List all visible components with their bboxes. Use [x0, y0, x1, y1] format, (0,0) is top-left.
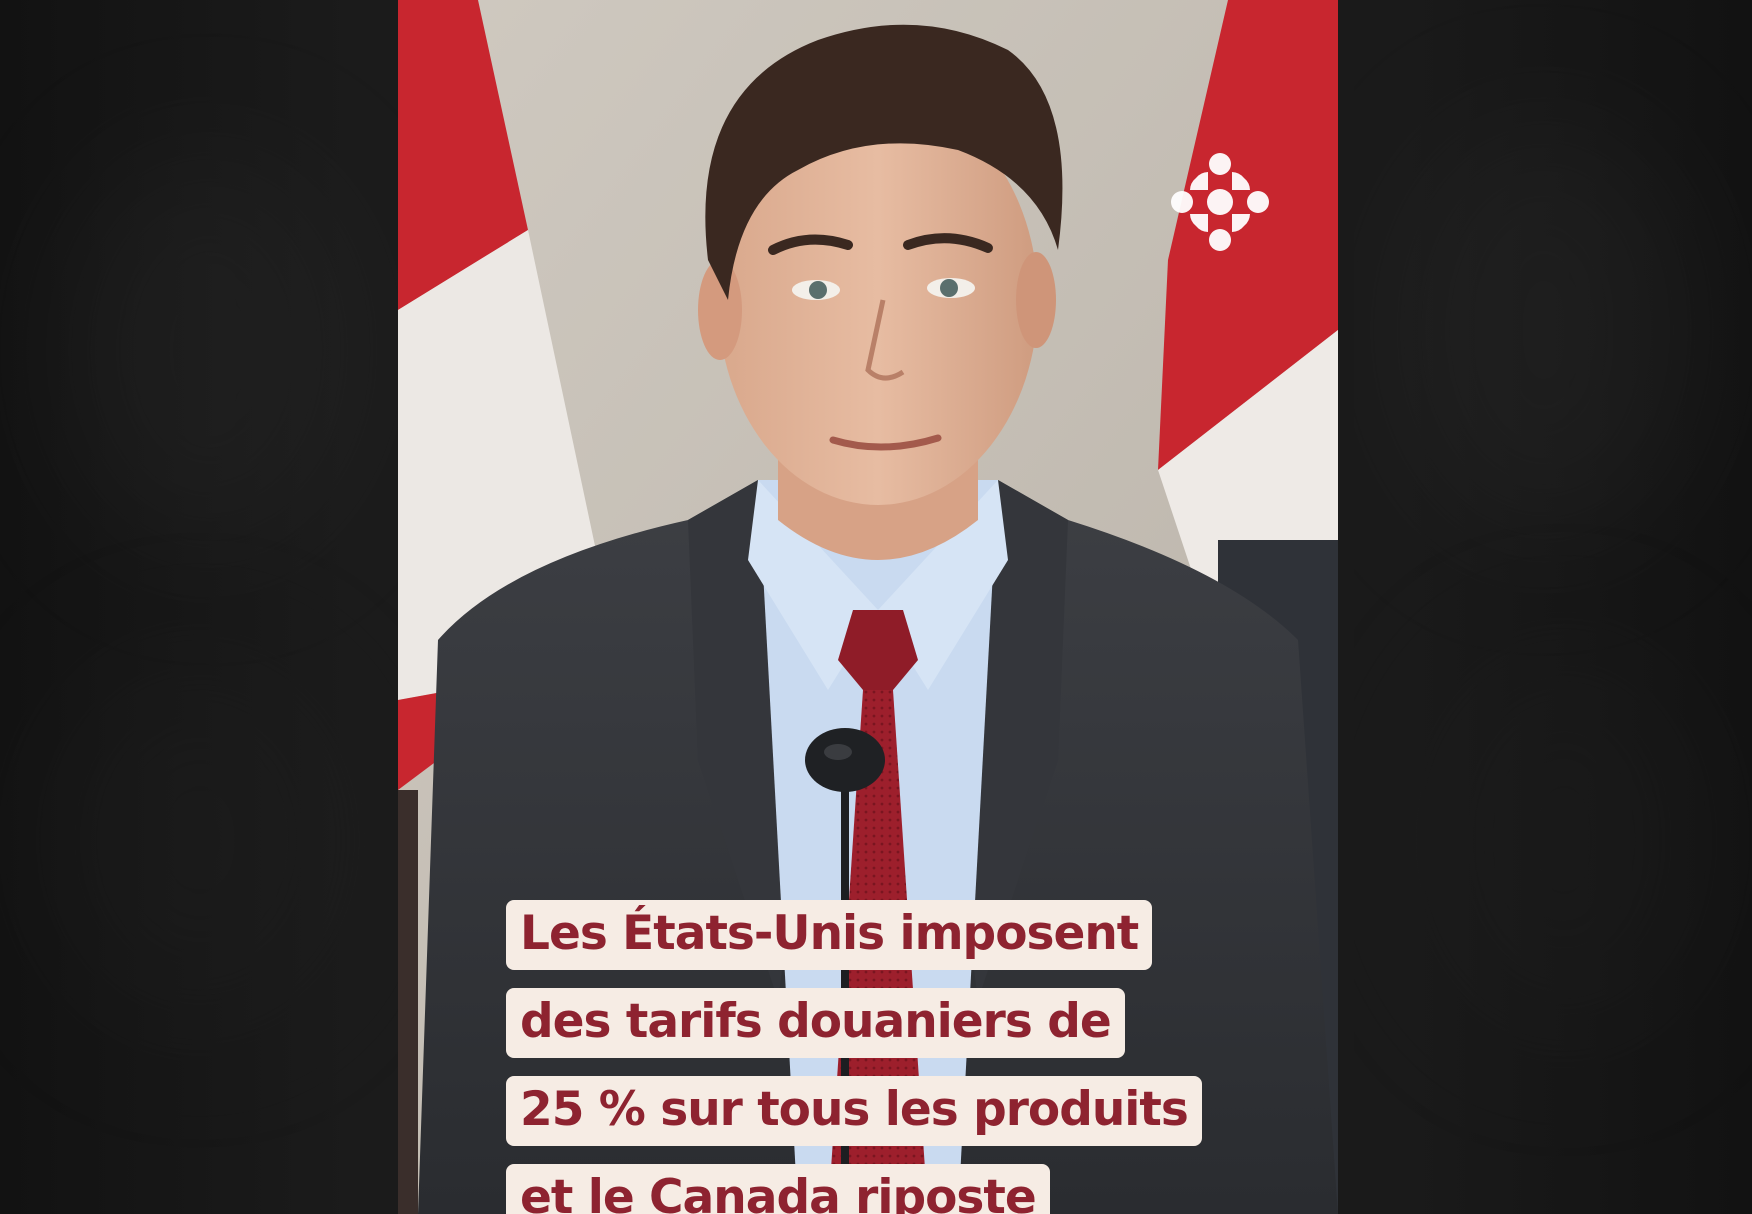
caption-line-1: Les États-Unis imposent [506, 900, 1153, 970]
video-frame[interactable]: Les États-Unis imposent des tarifs douan… [398, 0, 1338, 1214]
caption-line-4: et le Canada riposte [506, 1164, 1050, 1214]
video-caption: Les États-Unis imposent des tarifs douan… [506, 900, 1266, 1214]
caption-line-3: 25 % sur tous les produits [506, 1076, 1202, 1146]
blurred-backdrop-right [1354, 0, 1752, 1214]
caption-line-2: des tarifs douaniers de [506, 988, 1125, 1058]
video-viewer: Les États-Unis imposent des tarifs douan… [0, 0, 1752, 1214]
radio-canada-gem-icon [1171, 153, 1269, 251]
blurred-backdrop-left [0, 0, 398, 1214]
